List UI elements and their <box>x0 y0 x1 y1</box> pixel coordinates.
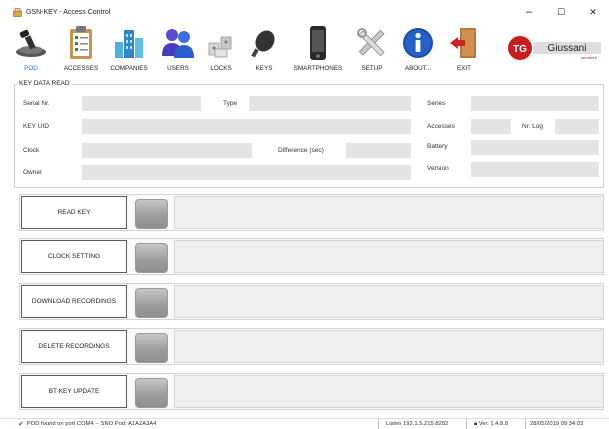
brand-logo: TG Giussani serrature <box>507 35 603 61</box>
version-field <box>471 162 599 177</box>
check-icon: ✔ <box>18 421 24 428</box>
exit-door-icon <box>446 24 482 62</box>
delete-recordings-row: DELETE RECORDINGS <box>19 328 604 365</box>
toolbar-smartphones[interactable]: SMARTPHONES <box>293 24 343 78</box>
toolbar-pod-label: POD <box>24 65 38 72</box>
download-recordings-button[interactable]: DOWNLOAD RECORDINGS <box>21 285 127 318</box>
lock-icon: 🔒︎ <box>474 421 478 427</box>
toolbar-accesses[interactable]: ACCESSES <box>64 24 98 78</box>
app-icon <box>13 7 22 17</box>
type-field <box>249 96 411 111</box>
status-bar: ✔ POD found on port COM4 -- SNO Pod: A1A… <box>0 418 609 429</box>
bt-key-update-output <box>174 375 604 408</box>
clock-field <box>82 143 252 158</box>
clock-setting-button[interactable]: CLOCK SETTING <box>21 240 127 273</box>
toolbar-setup[interactable]: SETUP <box>357 24 387 78</box>
toolbar-exit-label: EXIT <box>457 65 471 72</box>
difference-field <box>346 143 411 158</box>
owner-label: Owner <box>23 169 43 176</box>
clipboard-icon <box>63 24 99 62</box>
uid-field <box>82 119 411 134</box>
smartphone-icon <box>300 24 336 62</box>
serial-label: Serial Nr. <box>23 100 50 107</box>
main-toolbar: POD ACCESSES COMPANIES USERS LOCKS KEYS <box>0 24 609 80</box>
toolbar-setup-label: SETUP <box>361 65 383 72</box>
close-button[interactable]: ✕ <box>577 0 609 24</box>
toolbar-smartphones-label: SMARTPHONES <box>293 65 343 72</box>
toolbar-locks-label: LOCKS <box>210 65 232 72</box>
download-recordings-status-led <box>135 288 168 318</box>
minimize-button[interactable]: – <box>513 0 545 24</box>
toolbar-about-label: ABOUT... <box>404 65 432 72</box>
version-label: Version <box>427 165 449 172</box>
type-label: Type <box>223 100 238 107</box>
toolbar-users-label: USERS <box>167 65 189 72</box>
toolbar-accesses-label: ACCESSES <box>63 65 99 72</box>
uid-label: KEY UID <box>23 123 49 130</box>
toolbar-keys-label: KEYS <box>255 65 273 72</box>
pod-status-text: POD found on port COM4 -- SNO Pod: A1A2A… <box>26 421 157 427</box>
clock-setting-row: CLOCK SETTING <box>19 238 604 275</box>
read-key-status-led <box>135 199 168 229</box>
toolbar-locks[interactable]: LOCKS <box>207 24 235 78</box>
brand-monogram: TG <box>513 44 527 55</box>
download-recordings-row: DOWNLOAD RECORDINGS <box>19 283 604 320</box>
read-key-button[interactable]: READ KEY <box>21 196 127 229</box>
window-title: GSN-KEY - Access Control <box>26 8 111 16</box>
clock-setting-status-led <box>135 243 168 273</box>
series-label: Series <box>427 100 446 107</box>
toolbar-users[interactable]: USERS <box>160 24 196 78</box>
brand-tagline: serrature <box>581 55 598 60</box>
locks-icon <box>203 24 239 62</box>
owner-field <box>82 165 411 180</box>
read-key-output <box>174 196 604 229</box>
download-recordings-output <box>174 285 604 318</box>
brand-text: Giussani <box>548 43 587 54</box>
difference-label: Difference (sec) <box>278 147 324 154</box>
accesses-field <box>471 119 511 134</box>
battery-field <box>471 140 599 155</box>
key-icon <box>246 24 282 62</box>
clock-label: Clock <box>23 147 40 154</box>
toolbar-pod[interactable]: POD <box>16 24 46 78</box>
bt-key-update-row: BT KEY UPDATE <box>19 373 604 410</box>
clock-setting-output <box>174 240 604 273</box>
bt-key-update-button[interactable]: BT KEY UPDATE <box>21 375 127 408</box>
toolbar-keys[interactable]: KEYS <box>251 24 276 78</box>
listen-status: Listen 192.1.5.215:8282 <box>386 421 449 427</box>
key-data-group: KEY DATA READ Serial Nr. Type Series KEY… <box>14 80 604 188</box>
series-field <box>471 96 599 111</box>
nrlog-field <box>555 119 599 134</box>
title-bar: GSN-KEY - Access Control – ☐ ✕ <box>0 0 609 24</box>
delete-recordings-status-led <box>135 333 168 363</box>
key-data-title: KEY DATA READ <box>17 80 72 87</box>
buildings-icon <box>111 24 147 62</box>
toolbar-companies[interactable]: COMPANIES <box>110 24 148 78</box>
toolbar-exit[interactable]: EXIT <box>450 24 478 78</box>
read-key-row: READ KEY <box>19 194 604 231</box>
version-status: 🔒︎ Ver. 1.4.8.8 <box>474 421 509 427</box>
pod-reader-icon <box>13 24 49 62</box>
bt-key-update-status-led <box>135 378 168 408</box>
toolbar-about[interactable]: ABOUT... <box>402 24 434 78</box>
users-icon <box>160 24 196 62</box>
accesses-label: Accesses <box>427 123 455 130</box>
toolbar-companies-label: COMPANIES <box>110 65 148 72</box>
delete-recordings-output <box>174 330 604 363</box>
maximize-button[interactable]: ☐ <box>545 0 577 24</box>
info-icon <box>400 24 436 62</box>
serial-field <box>82 96 201 111</box>
nrlog-label: Nr. Log <box>522 123 543 130</box>
tools-icon <box>354 24 390 62</box>
delete-recordings-button[interactable]: DELETE RECORDINGS <box>21 330 127 363</box>
battery-label: Battery <box>427 143 448 150</box>
datetime-status: 28/05/2019 09:34:03 <box>530 421 584 427</box>
